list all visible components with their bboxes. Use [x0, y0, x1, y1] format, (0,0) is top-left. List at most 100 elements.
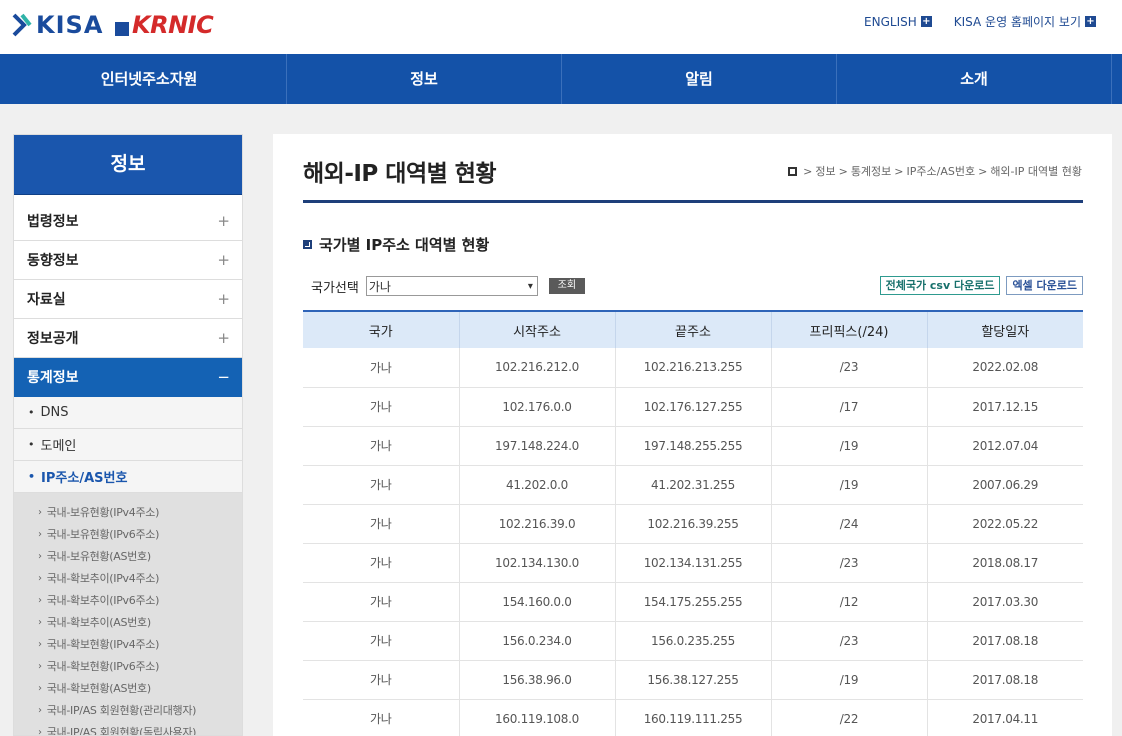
side-nav-third-item[interactable]: › 국내-보유현황(IPv4주소)	[14, 501, 242, 523]
side-nav-third-label: 국내-보유현황(IPv4주소)	[46, 506, 160, 519]
side-nav-third-label: 국내-IP/AS 회원현황(독립사용자)	[46, 726, 197, 736]
side-nav-third-item[interactable]: › 국내-확보추이(AS번호)	[14, 611, 242, 633]
side-nav-sub-label: DNS	[40, 405, 69, 420]
table-cell: 가나	[303, 387, 460, 427]
breadcrumb-item[interactable]: 통계정보	[851, 163, 891, 179]
side-nav-item-library[interactable]: 자료실 +	[14, 280, 242, 319]
expand-plus-icon: +	[217, 251, 230, 269]
chevron-right-icon: ›	[38, 638, 42, 650]
breadcrumb-item[interactable]: 정보	[815, 163, 835, 179]
side-nav-third-label: 국내-확보추이(IPv4주소)	[46, 572, 160, 585]
table-cell: 2017.04.11	[927, 699, 1083, 736]
english-link-label: ENGLISH	[864, 14, 917, 29]
gnb-item-notice[interactable]: 알림	[562, 54, 837, 104]
table-cell: 2017.08.18	[927, 660, 1083, 700]
gnb-item-info[interactable]: 정보	[287, 54, 562, 104]
side-nav-third-item[interactable]: › 국내-확보추이(IPv6주소)	[14, 589, 242, 611]
side-nav-third-item[interactable]: › 국내-IP/AS 회원현황(관리대행자)	[14, 699, 242, 721]
chevron-right-icon: ›	[38, 682, 42, 694]
table-cell: /24	[771, 504, 928, 544]
country-select[interactable]: 가나 ▾	[365, 276, 538, 296]
kisa-homepage-link[interactable]: KISA 운영 홈페이지 보기 +	[954, 13, 1096, 30]
chevron-right-icon: ›	[38, 660, 42, 672]
side-nav-third-item[interactable]: › 국내-확보현황(IPv4주소)	[14, 633, 242, 655]
table-cell: /19	[771, 465, 928, 505]
side-nav-third-item[interactable]: › 국내-확보현황(AS번호)	[14, 677, 242, 699]
side-nav-sub-dns[interactable]: • DNS	[14, 397, 242, 429]
side-nav-third-item[interactable]: › 국내-확보현황(IPv6주소)	[14, 655, 242, 677]
side-nav-submenu: • DNS • 도메인 • IP주소/AS번호	[14, 397, 242, 493]
table-cell: /19	[771, 660, 928, 700]
home-icon[interactable]	[788, 166, 798, 176]
table-cell: 가나	[303, 465, 460, 505]
table-cell: 102.134.130.0	[459, 543, 616, 583]
table-cell: 2022.02.08	[927, 348, 1083, 388]
table-cell: 2018.08.17	[927, 543, 1083, 583]
chevron-right-icon: ›	[38, 528, 42, 540]
table-cell: 2017.12.15	[927, 387, 1083, 427]
kisa-logo-mark-icon	[12, 13, 32, 37]
table-cell: 156.0.234.0	[459, 621, 616, 661]
side-nav-sub-ip-as[interactable]: • IP주소/AS번호	[14, 461, 242, 493]
section-marker-icon	[303, 240, 312, 249]
side-nav-third-item[interactable]: › 국내-IP/AS 회원현황(독립사용자)	[14, 721, 242, 736]
side-nav-third-label: 국내-보유현황(IPv6주소)	[46, 528, 160, 541]
gnb-item-internet-address[interactable]: 인터넷주소자원	[0, 54, 287, 104]
side-nav-item-disclosure[interactable]: 정보공개 +	[14, 319, 242, 358]
download-buttons: 전체국가 csv 다운로드 엑셀 다운로드	[879, 276, 1083, 295]
bullet-icon: •	[28, 438, 35, 451]
table-cell: 2012.07.04	[927, 426, 1083, 466]
table-cell: 156.38.127.255	[615, 660, 772, 700]
side-nav-third-label: 국내-확보추이(IPv6주소)	[46, 594, 160, 607]
search-button[interactable]: 조회	[548, 278, 585, 294]
breadcrumb-item[interactable]: IP주소/AS번호	[907, 163, 976, 179]
table-cell: /23	[771, 348, 928, 388]
filter-label: 국가선택	[311, 280, 359, 296]
english-link[interactable]: ENGLISH +	[864, 13, 932, 30]
table-cell: 102.216.39.0	[459, 504, 616, 544]
gnb-item-about[interactable]: 소개	[837, 54, 1112, 104]
side-nav-item-law[interactable]: 법령정보 +	[14, 202, 242, 241]
side-nav-sub-label: 도메인	[40, 439, 77, 454]
table-row: 가나 102.216.212.0 102.216.213.255/23 2022.02…	[303, 348, 1083, 388]
download-csv-button[interactable]: 전체국가 csv 다운로드	[879, 276, 1001, 295]
side-nav-title: 정보	[14, 135, 242, 195]
table-cell: /19	[771, 426, 928, 466]
expand-plus-icon: +	[217, 290, 230, 308]
plus-box-icon: +	[1085, 16, 1096, 27]
utility-links: ENGLISH + KISA 운영 홈페이지 보기 +	[864, 13, 1096, 30]
krnic-logo[interactable]: KRNIC	[115, 10, 214, 40]
side-nav-item-label: 정보공개	[27, 331, 79, 347]
download-excel-button[interactable]: 엑셀 다운로드	[1006, 276, 1083, 295]
breadcrumb: > 정보 > 통계정보 > IP주소/AS번호 > 해외-IP 대역별 현황	[788, 163, 1082, 179]
side-nav-third-item[interactable]: › 국내-확보추이(IPv4주소)	[14, 567, 242, 589]
side-nav-item-label: 법령정보	[27, 214, 79, 230]
chevron-right-icon: ›	[38, 616, 42, 628]
kisa-logo-text: KISA	[36, 11, 104, 39]
table-cell: 102.216.213.255	[615, 348, 772, 388]
side-nav-item-trends[interactable]: 동향정보 +	[14, 241, 242, 280]
table-header-row: 국가 시작주소 끝주소 프리픽스(/24) 할당일자	[303, 310, 1083, 348]
table-row: 가나 156.38.96.0 156.38.127.255/19 2017.08.18	[303, 660, 1083, 700]
chevron-right-icon: ›	[38, 594, 42, 606]
column-header: 시작주소	[459, 310, 616, 348]
side-nav-sub-domain[interactable]: • 도메인	[14, 429, 242, 461]
side-nav-third-item[interactable]: › 국내-보유현황(AS번호)	[14, 545, 242, 567]
table-cell: /22	[771, 699, 928, 736]
table-cell: 2022.05.22	[927, 504, 1083, 544]
table-cell: 197.148.255.255	[615, 426, 772, 466]
expand-plus-icon: +	[217, 212, 230, 230]
side-nav-item-label: 동향정보	[27, 253, 79, 269]
table-cell: 102.216.39.255	[615, 504, 772, 544]
table-cell: 154.175.255.255	[615, 582, 772, 622]
chevron-right-icon: ›	[38, 726, 42, 736]
global-nav: 인터넷주소자원 정보 알림 소개	[0, 54, 1122, 104]
kisa-logo[interactable]: KISA	[12, 10, 103, 40]
table-row: 가나 41.202.0.0 41.202.31.255/19 2007.06.29	[303, 465, 1083, 505]
chevron-right-icon: ›	[38, 550, 42, 562]
side-nav-item-statistics[interactable]: 통계정보 −	[14, 358, 242, 397]
side-nav-third-item[interactable]: › 국내-보유현황(IPv6주소)	[14, 523, 242, 545]
table-cell: 가나	[303, 348, 460, 388]
table-cell: 156.38.96.0	[459, 660, 616, 700]
table-cell: /12	[771, 582, 928, 622]
